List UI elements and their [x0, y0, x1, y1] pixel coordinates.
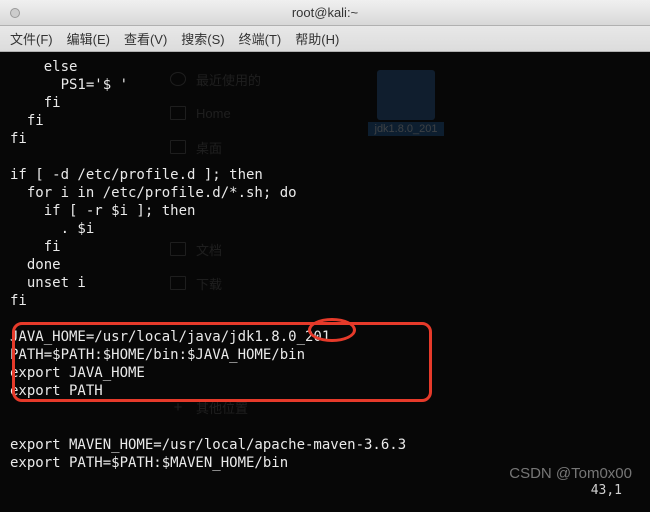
terminal-content[interactable]: else PS1='$ ' fi fi fi if [ -d /etc/prof…: [0, 52, 650, 478]
code-line: export MAVEN_HOME=/usr/local/apache-mave…: [10, 437, 406, 453]
code-line: unset i: [10, 275, 86, 291]
code-line: if [ -d /etc/profile.d ]; then: [10, 167, 263, 183]
code-line: export PATH=$PATH:$MAVEN_HOME/bin: [10, 455, 288, 471]
code-line: fi: [10, 239, 61, 255]
code-line: for i in /etc/profile.d/*.sh; do: [10, 185, 297, 201]
window-title: root@kali:~: [292, 5, 358, 20]
menu-edit[interactable]: 编辑(E): [67, 29, 110, 48]
code-line: JAVA_HOME=/usr/local/java/jdk1.8.0_201: [10, 329, 330, 345]
cursor-position: 43,1: [591, 483, 622, 498]
code-line: else: [10, 59, 77, 75]
menu-search[interactable]: 搜索(S): [181, 29, 224, 48]
menubar: 文件(F) 编辑(E) 查看(V) 搜索(S) 终端(T) 帮助(H): [0, 26, 650, 52]
code-line: done: [10, 257, 61, 273]
code-line: . $i: [10, 221, 94, 237]
watermark: CSDN @Tom0x00: [509, 465, 632, 482]
code-line: export PATH: [10, 383, 103, 399]
menu-help[interactable]: 帮助(H): [295, 29, 339, 48]
menu-view[interactable]: 查看(V): [124, 29, 167, 48]
code-line: fi: [10, 131, 27, 147]
code-line: fi: [10, 293, 27, 309]
window-control-dot[interactable]: [10, 8, 20, 18]
code-line: if [ -r $i ]; then: [10, 203, 195, 219]
code-line: fi: [10, 95, 61, 111]
code-line: PATH=$PATH:$HOME/bin:$JAVA_HOME/bin: [10, 347, 305, 363]
code-line: fi: [10, 113, 44, 129]
menu-terminal[interactable]: 终端(T): [239, 29, 282, 48]
window-titlebar: root@kali:~: [0, 0, 650, 26]
code-line: export JAVA_HOME: [10, 365, 145, 381]
menu-file[interactable]: 文件(F): [10, 29, 53, 48]
code-line: PS1='$ ': [10, 77, 128, 93]
